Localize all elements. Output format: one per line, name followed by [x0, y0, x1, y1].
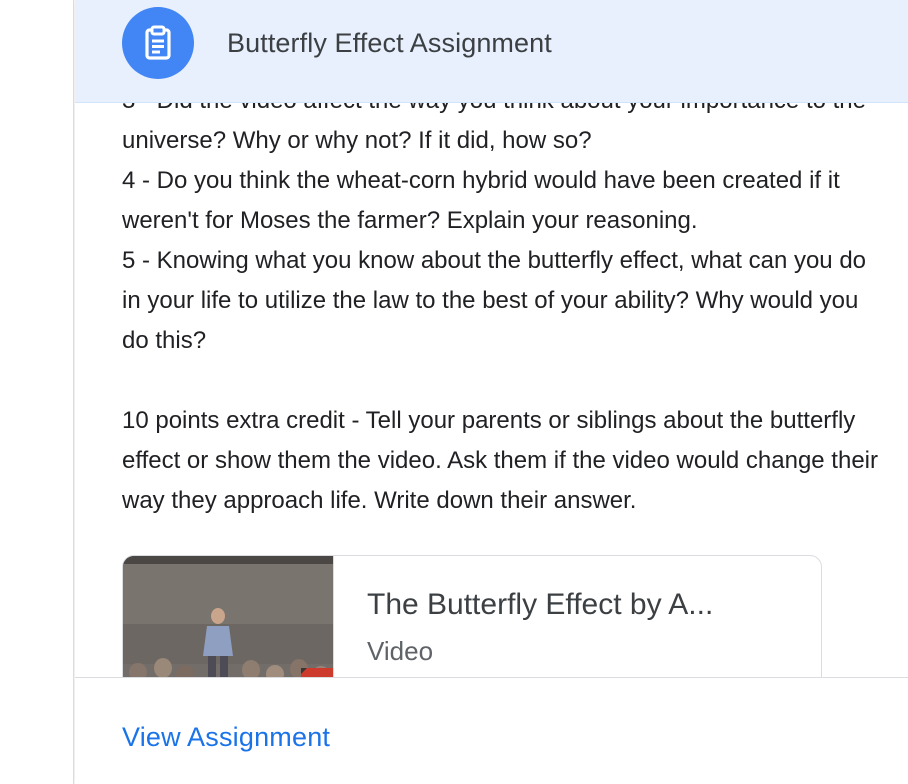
description-text: 3 - Did the video affect the way you thi…	[122, 103, 908, 521]
left-panel-edge	[0, 0, 74, 784]
description-line: way they approach life. Write down their…	[122, 487, 637, 514]
attachment-type: Video	[367, 636, 434, 666]
description-line: 10 points extra credit - Tell your paren…	[122, 407, 856, 434]
video-thumbnail[interactable]	[123, 556, 334, 677]
description-line: 3 - Did the video affect the way you thi…	[122, 103, 908, 121]
description-line: weren't for Moses the farmer? Explain yo…	[122, 207, 698, 234]
view-assignment-link[interactable]: View Assignment	[122, 722, 330, 753]
description-line: effect or show them the video. Ask them …	[122, 447, 878, 474]
assignment-card: Butterfly Effect Assignment 3 - Did the …	[75, 0, 908, 784]
description-line	[122, 361, 908, 401]
assignment-icon	[122, 7, 194, 79]
assignment-description: 3 - Did the video affect the way you thi…	[75, 103, 908, 677]
description-line: 4 - Do you think the wheat-corn hybrid w…	[122, 167, 840, 194]
description-line: universe? Why or why not? If it did, how…	[122, 127, 592, 154]
assignment-header: Butterfly Effect Assignment	[75, 0, 908, 103]
assignment-footer: View Assignment	[75, 677, 908, 784]
video-attachment[interactable]: The Butterfly Effect by A... Video	[122, 555, 822, 677]
page-title: Butterfly Effect Assignment	[227, 28, 552, 58]
description-line: 5 - Knowing what you know about the butt…	[122, 247, 867, 274]
description-line: in your life to utilize the law to the b…	[122, 287, 859, 314]
attachment-title[interactable]: The Butterfly Effect by A...	[367, 588, 787, 622]
description-line: do this?	[122, 327, 207, 354]
